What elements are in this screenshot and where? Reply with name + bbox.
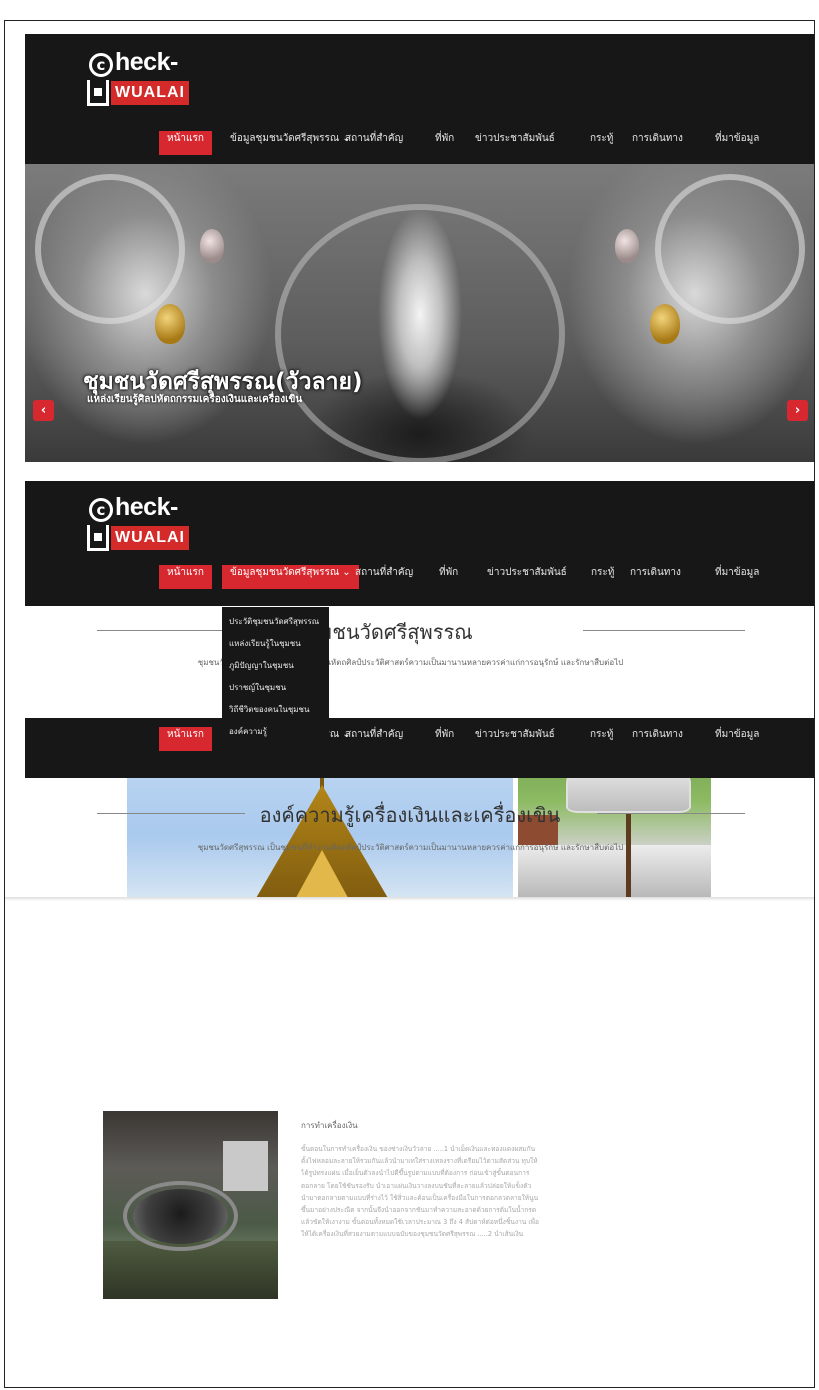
- nav-places[interactable]: สถานที่สำคัญ: [345, 727, 403, 751]
- nav-community-info[interactable]: ข้อมูลชุมชนวัดศรีสุพรรณ ⌄: [222, 565, 359, 589]
- photo-stool: [223, 1141, 268, 1191]
- site-header-dropdown: c heck-in WUALAI หน้าแรก ข้อมูลชุมชนวัดศ…: [25, 481, 814, 606]
- hero-gem: [650, 304, 680, 344]
- nav-forum[interactable]: กระทู้: [590, 131, 613, 155]
- nav-lodging[interactable]: ที่พัก: [435, 727, 454, 751]
- dropdown-item-wisdom[interactable]: ภูมิปัญญาในชุมชน: [222, 659, 329, 681]
- section-history-title: ประวัติชุมชนวัดศรีสุพรรณ: [247, 620, 473, 644]
- nav-news[interactable]: ข่าวประชาสัมพันธ์: [487, 565, 567, 589]
- sticky-nav-bar: หน้าแรก ข้อมูลชุมชนวัดศรีสุพรรณ ⌄ สถานที…: [25, 718, 814, 778]
- nav-sources[interactable]: ที่มาข้อมูล: [715, 727, 759, 751]
- silver-making-photo: [103, 1111, 278, 1299]
- logo-sub: WUALAI: [111, 526, 189, 550]
- nav-news[interactable]: ข่าวประชาสัมพันธ์: [475, 131, 555, 155]
- hero-gem: [615, 229, 639, 263]
- dropdown-item-sages[interactable]: ปราชญ์ในชุมชน: [222, 681, 329, 703]
- main-nav: หน้าแรก ข้อมูลชุมชนวัดศรีสุพรรณ ⌄ สถานที…: [25, 565, 814, 589]
- nav-travel[interactable]: การเดินทาง: [630, 565, 681, 589]
- nav-places[interactable]: สถานที่สำคัญ: [345, 131, 403, 155]
- hero-ornament: [655, 174, 805, 324]
- photo-bowl: [133, 1189, 228, 1244]
- hero-gem: [200, 229, 224, 263]
- logo-mark: c: [89, 498, 113, 522]
- community-dropdown-menu: ประวัติชุมชนวัดศรีสุพรรณ แหล่งเรียนรู้ใน…: [222, 607, 329, 757]
- dropdown-item-learning[interactable]: แหล่งเรียนรู้ในชุมชน: [222, 637, 329, 659]
- nav-sources[interactable]: ที่มาข้อมูล: [715, 131, 759, 155]
- nav-lodging[interactable]: ที่พัก: [435, 131, 454, 155]
- hero-ornament: [35, 174, 185, 324]
- nav-travel[interactable]: การเดินทาง: [632, 131, 683, 155]
- nav-forum[interactable]: กระทู้: [590, 727, 613, 751]
- hero-subtitle: แหล่งเรียนรู้ศิลปหัตถกรรมเครื่องเงินและเ…: [87, 394, 303, 405]
- article-title[interactable]: การทำเครื่องเงิน: [301, 1119, 358, 1132]
- site-logo[interactable]: c heck-in WUALAI: [87, 48, 191, 108]
- hero-arch: [275, 204, 565, 462]
- nav-travel[interactable]: การเดินทาง: [632, 727, 683, 751]
- section-knowledge-subtitle: ชุมชนวัดศรีสุพรรณ เป็นชุมชนที่ทำงานหัตถศ…: [197, 843, 624, 852]
- dropdown-item-lifestyle[interactable]: วิถีชีวิตของคนในชุมชน: [222, 703, 329, 725]
- section-history-subtitle: ชุมชนวัดศรีสุพรรณ เป็นชุมชนที่ทำงานหัตถศ…: [197, 658, 624, 667]
- nav-home[interactable]: หน้าแรก: [159, 565, 212, 589]
- article-body: ขั้นตอนในการทำเครื่องเงิน ของช่างเงินวัว…: [301, 1145, 539, 1239]
- nav-places[interactable]: สถานที่สำคัญ: [355, 565, 413, 589]
- nav-community-info[interactable]: ข้อมูลชุมชนวัดศรีสุพรรณ ⌄: [230, 131, 351, 155]
- slider-prev-button[interactable]: ‹: [33, 400, 54, 421]
- page-frame: c heck-in WUALAI หน้าแรก ข้อมูลชุมชนวัดศ…: [4, 20, 815, 1388]
- nav-forum[interactable]: กระทู้: [591, 565, 614, 589]
- slider-next-button[interactable]: ›: [787, 400, 808, 421]
- dropdown-item-knowledge[interactable]: องค์ความรู้: [222, 725, 329, 747]
- logo-box-icon: [87, 80, 109, 106]
- dropdown-item-history[interactable]: ประวัติชุมชนวัดศรีสุพรรณ: [222, 615, 329, 637]
- hero-gem: [155, 304, 185, 344]
- nav-home[interactable]: หน้าแรก: [159, 727, 212, 751]
- section-divider: [5, 897, 814, 901]
- nav-sources[interactable]: ที่มาข้อมูล: [715, 565, 759, 589]
- logo-mark: c: [89, 53, 113, 77]
- site-logo[interactable]: c heck-in WUALAI: [87, 493, 191, 553]
- logo-sub: WUALAI: [111, 81, 189, 105]
- main-nav: หน้าแรก ข้อมูลชุมชนวัดศรีสุพรรณ ⌄ สถานที…: [25, 727, 814, 751]
- logo-box-icon: [87, 525, 109, 551]
- section-knowledge-title: องค์ความรู้เครื่องเงินและเครื่องเขิน: [259, 803, 561, 827]
- hero-slider[interactable]: ชุมชนวัดศรีสุพรรณ(วัวลาย) แหล่งเรียนรู้ศ…: [25, 164, 814, 462]
- nav-lodging[interactable]: ที่พัก: [439, 565, 458, 589]
- nav-home[interactable]: หน้าแรก: [159, 131, 212, 155]
- main-nav: หน้าแรก ข้อมูลชุมชนวัดศรีสุพรรณ ⌄ สถานที…: [25, 131, 814, 155]
- nav-news[interactable]: ข่าวประชาสัมพันธ์: [475, 727, 555, 751]
- site-header: c heck-in WUALAI หน้าแรก ข้อมูลชุมชนวัดศ…: [25, 34, 814, 164]
